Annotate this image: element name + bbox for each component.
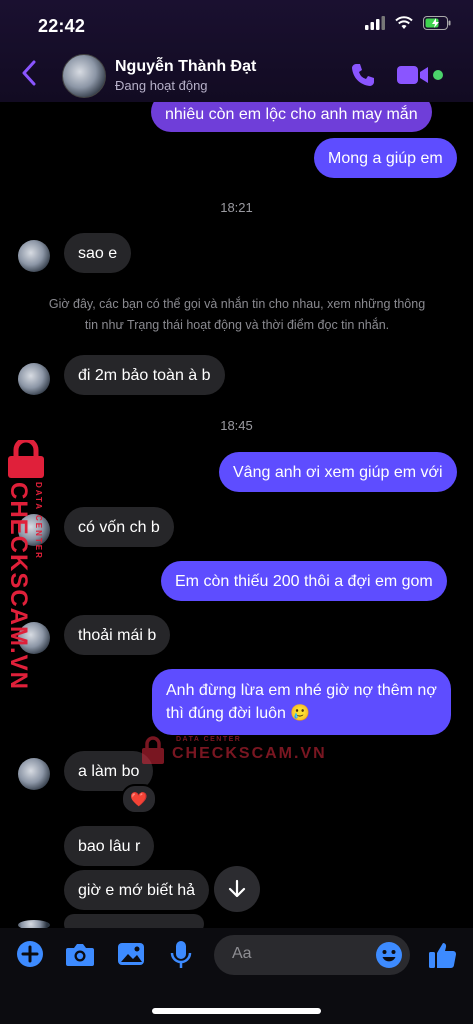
back-chevron-icon[interactable] <box>22 60 36 86</box>
watermark-small-text: DATA CENTER <box>176 736 242 743</box>
timestamp: 18:45 <box>220 418 253 433</box>
watermark-inline: DATA CENTER CHECKSCAM.VN <box>140 736 327 764</box>
padlock-logo-icon <box>142 736 164 764</box>
status-icons <box>365 16 451 30</box>
thumbs-up-icon[interactable] <box>428 940 458 970</box>
contact-avatar[interactable] <box>62 54 106 98</box>
sender-avatar[interactable] <box>18 758 50 790</box>
camera-icon[interactable] <box>65 940 95 968</box>
status-time: 22:42 <box>38 16 86 36</box>
message-outgoing[interactable]: Em còn thiếu 200 thôi a đợi em gom <box>161 561 447 601</box>
message-input-placeholder: Aa <box>232 945 252 962</box>
message-incoming[interactable]: đi 2m bảo toàn à b <box>64 355 225 395</box>
emoji-smile-icon[interactable] <box>375 941 403 969</box>
scroll-to-bottom-button[interactable] <box>214 866 260 912</box>
message-incoming[interactable]: sao e <box>64 233 132 273</box>
system-notice-line: tin như Trạng thái hoạt động và thời điể… <box>84 318 390 332</box>
watermark-main-text: CHECKSCAM.VN <box>172 745 327 762</box>
message-line: Anh đừng lừa em nhé giờ nợ thêm nợ <box>166 682 437 699</box>
message-incoming[interactable]: bao lâu r <box>64 826 155 866</box>
conversation-header: 22:42 Nguyễn Thành Đạt Đang hoạt động <box>0 0 473 102</box>
gallery-image-icon[interactable] <box>117 940 145 968</box>
sender-avatar[interactable] <box>18 363 50 395</box>
system-notice: Giờ đây, các bạn có thể gọi và nhắn tin … <box>22 294 452 336</box>
system-notice-line: Giờ đây, các bạn có thể gọi và nhắn tin … <box>48 297 426 311</box>
online-indicator <box>433 70 443 80</box>
home-indicator[interactable] <box>152 1008 321 1014</box>
sender-avatar[interactable] <box>18 240 50 272</box>
padlock-logo-icon <box>8 440 44 478</box>
message-incoming[interactable]: giờ e mớ biết hả <box>64 870 210 910</box>
video-call-icon[interactable] <box>397 64 429 86</box>
watermark-small-text: DATA CENTER <box>34 482 43 560</box>
heart-reaction-icon[interactable]: ❤️ <box>121 784 157 814</box>
message-incoming[interactable]: thoải mái b <box>64 615 171 655</box>
plus-circle-icon[interactable] <box>16 940 44 968</box>
message-outgoing[interactable]: Anh đừng lừa em nhé giờ nợ thêm nợ thì đ… <box>152 669 451 735</box>
message-outgoing[interactable]: Vâng anh ơi xem giúp em với <box>219 452 457 492</box>
contact-status: Đang hoạt động <box>115 78 208 93</box>
message-line: thì đúng đời luôn 🥲 <box>166 705 311 722</box>
signal-icon <box>365 16 385 30</box>
timestamp: 18:21 <box>220 200 253 215</box>
watermark-vertical: CHECKSCAM.VN DATA CENTER <box>4 440 52 690</box>
phone-call-icon[interactable] <box>350 62 376 88</box>
message-incoming[interactable]: có vốn ch b <box>64 507 174 547</box>
wifi-icon <box>395 16 413 29</box>
arrow-down-icon <box>228 879 246 898</box>
message-outgoing[interactable]: Mong a giúp em <box>314 138 457 178</box>
battery-icon <box>423 16 451 30</box>
watermark-main-text: CHECKSCAM.VN <box>5 482 32 691</box>
microphone-icon[interactable] <box>170 940 192 970</box>
contact-name[interactable]: Nguyễn Thành Đạt <box>115 58 256 76</box>
